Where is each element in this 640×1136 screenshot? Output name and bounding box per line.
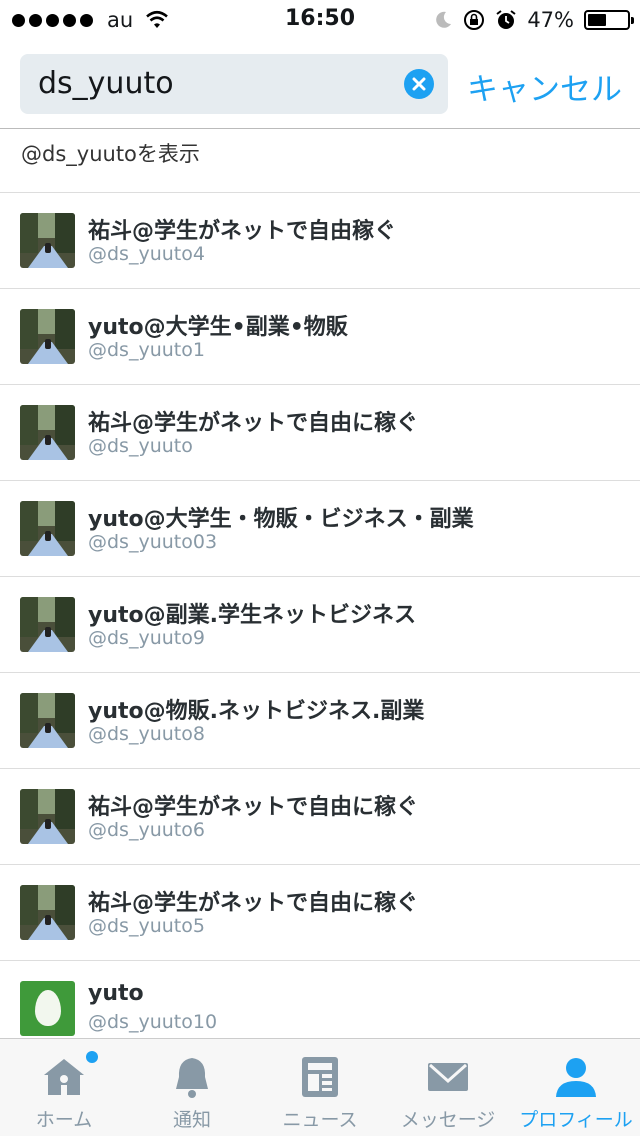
list-item[interactable]: yuto@副業.学生ネットビジネス @ds_yuuto9 (0, 577, 640, 673)
battery-percent: 47% (527, 8, 574, 32)
avatar (20, 405, 75, 460)
search-input[interactable]: ds_yuuto (20, 54, 448, 114)
user-handle: @ds_yuuto10 (88, 1011, 218, 1033)
avatar (20, 597, 75, 652)
tab-label: プロフィール (519, 1109, 633, 1131)
default-egg-avatar (20, 981, 75, 1036)
bell-icon (176, 1058, 208, 1098)
user-handle: @ds_yuuto5 (88, 915, 205, 937)
tab-label: ホーム (35, 1109, 93, 1131)
user-handle: @ds_yuuto9 (88, 627, 205, 649)
tab-news[interactable]: ニュース (256, 1039, 384, 1136)
news-icon (302, 1057, 338, 1097)
user-name: 祐斗@学生がネットで自由に稼ぐ (88, 891, 419, 916)
list-item[interactable]: 祐斗@学生がネットで自由に稼ぐ @ds_yuuto5 (0, 865, 640, 961)
user-name: yuto@大学生•副業•物販 (88, 315, 348, 340)
moon-icon (436, 11, 452, 28)
user-name: 祐斗@学生がネットで自由稼ぐ (88, 219, 397, 244)
user-handle: @ds_yuuto1 (88, 339, 205, 361)
list-item[interactable]: 祐斗@学生がネットで自由稼ぐ @ds_yuuto4 (0, 193, 640, 289)
user-name: yuto@副業.学生ネットビジネス (88, 603, 416, 628)
tab-notifications[interactable]: 通知 (128, 1039, 256, 1136)
list-item[interactable]: yuto@大学生•副業•物販 @ds_yuuto1 (0, 289, 640, 385)
battery-icon (584, 10, 634, 30)
tab-messages[interactable]: メッセージ (384, 1039, 512, 1136)
user-name: yuto (88, 981, 144, 1006)
search-results-list: 祐斗@学生がネットで自由稼ぐ @ds_yuuto4 yuto@大学生•副業•物販… (0, 193, 640, 1057)
person-icon (556, 1058, 596, 1097)
user-name: yuto@大学生・物販・ビジネス・副業 (88, 507, 474, 532)
search-query[interactable]: ds_yuuto (38, 66, 174, 101)
avatar (20, 501, 75, 556)
user-name: 祐斗@学生がネットで自由に稼ぐ (88, 795, 419, 820)
new-activity-dot (86, 1051, 98, 1063)
user-handle: @ds_yuuto03 (88, 531, 218, 553)
avatar (20, 885, 75, 940)
tab-label: ニュース (282, 1109, 358, 1131)
tab-profile[interactable]: プロフィール (512, 1039, 640, 1136)
list-item[interactable]: 祐斗@学生がネットで自由に稼ぐ @ds_yuuto (0, 385, 640, 481)
user-handle: @ds_yuuto (88, 435, 193, 457)
avatar (20, 789, 75, 844)
user-handle: @ds_yuuto4 (88, 243, 205, 265)
avatar (20, 693, 75, 748)
clear-icon (412, 77, 426, 91)
show-profile-label: @ds_yuutoを表示 (21, 142, 200, 166)
list-item[interactable]: 祐斗@学生がネットで自由に稼ぐ @ds_yuuto6 (0, 769, 640, 865)
list-item[interactable]: yuto@大学生・物販・ビジネス・副業 @ds_yuuto03 (0, 481, 640, 577)
alarm-icon (496, 10, 516, 29)
rotation-lock-icon (464, 10, 485, 30)
tab-home[interactable]: ホーム (0, 1039, 128, 1136)
avatar (20, 213, 75, 268)
show-profile-row[interactable]: @ds_yuutoを表示 (0, 130, 640, 193)
home-icon (44, 1059, 84, 1095)
list-item[interactable]: yuto@物販.ネットビジネス.副業 @ds_yuuto8 (0, 673, 640, 769)
tab-label: メッセージ (400, 1109, 496, 1131)
envelope-icon (428, 1063, 468, 1091)
status-right: 47% (433, 6, 634, 34)
tab-label: 通知 (172, 1109, 211, 1131)
user-name: 祐斗@学生がネットで自由に稼ぐ (88, 411, 419, 436)
status-bar: au 16:50 47% (0, 0, 640, 40)
tab-bar: ホーム 通知 ニュース メッセージ プロフィール (0, 1038, 640, 1136)
user-handle: @ds_yuuto8 (88, 723, 205, 745)
avatar (20, 309, 75, 364)
user-handle: @ds_yuuto6 (88, 819, 205, 841)
search-header: ds_yuuto キャンセル (0, 40, 640, 129)
user-name: yuto@物販.ネットビジネス.副業 (88, 699, 425, 724)
cancel-button[interactable]: キャンセル (467, 64, 622, 109)
clear-search-button[interactable] (404, 69, 434, 99)
